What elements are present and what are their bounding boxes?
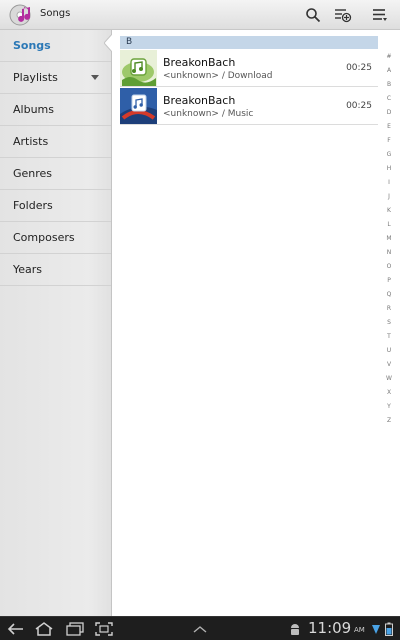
index-letter[interactable]: Y: [381, 400, 397, 414]
music-app-icon[interactable]: [9, 3, 33, 27]
sidebar-item-albums[interactable]: Albums: [0, 94, 111, 126]
song-title: BreakonBach: [163, 56, 236, 69]
recent-apps-icon[interactable]: [63, 620, 87, 638]
song-subtitle: <unknown> / Download: [163, 71, 273, 81]
sidebar-item-label: Composers: [13, 231, 75, 244]
index-letter[interactable]: E: [381, 120, 397, 134]
song-duration: 00:25: [346, 63, 372, 73]
screenshot-icon[interactable]: [92, 620, 116, 638]
sidebar-item-years[interactable]: Years: [0, 254, 111, 286]
song-row[interactable]: BreakonBach <unknown> / Music 00:25: [120, 87, 378, 125]
category-sidebar: Songs Playlists Albums Artists Genres Fo…: [0, 30, 112, 616]
sidebar-item-label: Years: [13, 263, 43, 276]
sidebar-item-folders[interactable]: Folders: [0, 190, 111, 222]
index-letter[interactable]: G: [381, 148, 397, 162]
wifi-signal-icon: [370, 620, 382, 638]
index-letter[interactable]: Z: [381, 414, 397, 428]
sidebar-item-genres[interactable]: Genres: [0, 158, 111, 190]
song-duration: 00:25: [346, 101, 372, 111]
section-header: B: [120, 36, 378, 49]
index-letter[interactable]: S: [381, 316, 397, 330]
index-letter[interactable]: C: [381, 92, 397, 106]
song-title: BreakonBach: [163, 94, 236, 107]
action-bar: Songs: [0, 0, 400, 30]
sidebar-item-label: Folders: [13, 199, 53, 212]
status-ampm: AM: [354, 626, 365, 634]
index-letter[interactable]: V: [381, 358, 397, 372]
overflow-menu-icon[interactable]: [367, 3, 393, 27]
chevron-up-icon[interactable]: [188, 620, 212, 638]
album-art-thumbnail: [120, 50, 157, 86]
android-debug-icon: [287, 620, 303, 638]
index-letter[interactable]: P: [381, 274, 397, 288]
app-title: Songs: [40, 8, 71, 19]
index-letter[interactable]: J: [381, 190, 397, 204]
index-letter[interactable]: L: [381, 218, 397, 232]
index-letter[interactable]: T: [381, 330, 397, 344]
song-list: B BreakonBach <unknown> / Download 00:25: [113, 30, 381, 616]
index-letter[interactable]: K: [381, 204, 397, 218]
sidebar-item-label: Playlists: [13, 71, 58, 84]
song-subtitle: <unknown> / Music: [163, 109, 254, 119]
sidebar-item-songs[interactable]: Songs: [0, 30, 111, 62]
sidebar-item-artists[interactable]: Artists: [0, 126, 111, 158]
index-letter[interactable]: I: [381, 176, 397, 190]
index-letter[interactable]: H: [381, 162, 397, 176]
index-letter[interactable]: X: [381, 386, 397, 400]
index-letter[interactable]: U: [381, 344, 397, 358]
dropdown-arrow-icon[interactable]: [91, 75, 99, 80]
index-letter[interactable]: R: [381, 302, 397, 316]
index-letter[interactable]: F: [381, 134, 397, 148]
sidebar-item-playlists[interactable]: Playlists: [0, 62, 111, 94]
index-letter[interactable]: N: [381, 246, 397, 260]
index-letter[interactable]: O: [381, 260, 397, 274]
index-letter[interactable]: W: [381, 372, 397, 386]
sidebar-item-label: Artists: [13, 135, 49, 148]
sidebar-item-label: Albums: [13, 103, 54, 116]
index-letter[interactable]: B: [381, 78, 397, 92]
add-to-playlist-icon[interactable]: [330, 3, 356, 27]
sidebar-item-composers[interactable]: Composers: [0, 222, 111, 254]
back-icon[interactable]: [4, 620, 28, 638]
battery-icon: [382, 620, 396, 638]
status-clock: 11:09: [308, 619, 352, 637]
index-letter[interactable]: M: [381, 232, 397, 246]
song-row[interactable]: BreakonBach <unknown> / Download 00:25: [120, 49, 378, 87]
sidebar-item-label: Genres: [13, 167, 53, 180]
search-icon[interactable]: [300, 3, 326, 27]
selection-pointer: [104, 33, 113, 53]
index-letter[interactable]: Q: [381, 288, 397, 302]
system-navigation-bar: 11:09 AM: [0, 616, 400, 640]
sidebar-item-label: Songs: [13, 39, 51, 52]
alphabet-index-bar[interactable]: # A B C D E F G H I J K L M N O P Q R S T U V W X Y Z: [381, 50, 397, 428]
index-letter[interactable]: A: [381, 64, 397, 78]
index-letter[interactable]: D: [381, 106, 397, 120]
album-art-thumbnail: [120, 88, 157, 124]
index-letter[interactable]: #: [381, 50, 397, 64]
home-icon[interactable]: [32, 620, 56, 638]
